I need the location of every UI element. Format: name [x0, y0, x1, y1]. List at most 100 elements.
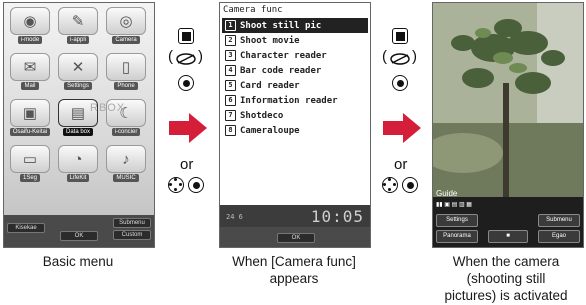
softkey-submenu[interactable]: Submenu [113, 218, 151, 228]
camera-status-icons: ▮▮ ▣ ▤ ▥ ▦ [436, 202, 472, 208]
softkey-bar: OK [220, 227, 370, 247]
softkey-ok[interactable]: OK [277, 233, 315, 243]
camera-func-item[interactable]: 8 Cameraloupe [222, 123, 368, 138]
item-number-icon: 5 [225, 80, 236, 91]
item-number-icon: 7 [225, 110, 236, 121]
or-text: or [180, 156, 194, 173]
close-paren: ) [198, 48, 203, 65]
menu-item-1seg[interactable]: ▭ 1Seg [8, 145, 52, 185]
camera-softkey-bar: ▮▮ ▣ ▤ ▥ ▦ Settings Panorama ■ Submenu E… [433, 197, 583, 247]
menu-item-lifekit[interactable]: ◔ LifeKit [56, 145, 100, 185]
camera-key-icon [390, 53, 410, 65]
menu-item-label: MUSIC [113, 174, 139, 182]
camera-func-item[interactable]: 4 Bar code reader [222, 63, 368, 78]
camera-func-item[interactable]: 6 Information reader [222, 93, 368, 108]
softkey-kisekae[interactable]: Kisekae [7, 223, 45, 233]
caption-basic-menu: Basic menu [3, 253, 153, 270]
menu-item-music[interactable]: ♪ MUSIC [104, 145, 148, 185]
menu-item-label: Mail [21, 82, 39, 90]
camera-icon: ◎ [106, 7, 146, 35]
softkey-egao[interactable]: Egao [538, 230, 580, 243]
open-paren: ( [382, 48, 387, 65]
item-number-icon: 1 [225, 20, 236, 31]
or-text: or [394, 156, 408, 173]
camera-func-item[interactable]: 7 Shotdeco [222, 108, 368, 123]
camera-func-item[interactable]: 1 Shoot still pic [222, 18, 368, 33]
basic-menu-grid: ◉ i-mode ✎ i-appli ◎ Camera ✉ Mail ✕ Settings ▯ Pho… [8, 7, 150, 185]
osaifu-icon: ▣ [10, 99, 50, 127]
camera-func-item-label: Shoot movie [240, 35, 300, 46]
camera-func-item-label: Card reader [240, 80, 300, 91]
softkey-custom[interactable]: Custom [113, 230, 151, 240]
softkey-settings[interactable]: Settings [436, 214, 478, 227]
item-number-icon: 8 [225, 125, 236, 136]
menu-item-label: i-appli [66, 36, 89, 44]
caption-line: appears [269, 271, 319, 286]
close-paren: ) [412, 48, 417, 65]
camera-func-item-label: Shotdeco [240, 110, 284, 121]
basic-menu-screen: ◉ i-mode ✎ i-appli ◎ Camera ✉ Mail ✕ Settings ▯ Pho… [3, 2, 155, 248]
menu-item-label: Data box [62, 128, 93, 136]
standby-clock-bar: 24 6 10:05 [220, 205, 370, 227]
menu-item-label: LifeKit [66, 174, 90, 182]
camera-viewfinder-screen: Guide ▮▮ ▣ ▤ ▥ ▦ Settings Panorama ■ Sub… [432, 2, 584, 248]
center-key-icon [402, 177, 418, 193]
mail-key-icon [178, 28, 194, 44]
camera-func-item-label: Information reader [240, 95, 338, 106]
menu-item-label: Settings [64, 82, 92, 90]
menu-item-i-appli[interactable]: ✎ i-appli [56, 7, 100, 47]
caption-line: pictures) is activated [444, 288, 568, 303]
menu-item-label: 1Seg [19, 174, 40, 182]
caption-line: When the camera [452, 254, 560, 269]
camera-func-item[interactable]: 5 Card reader [222, 78, 368, 93]
item-number-icon: 6 [225, 95, 236, 106]
softkey-ok[interactable]: OK [60, 231, 98, 241]
clock-date: 24 6 [226, 213, 243, 221]
settings-icon: ✕ [58, 53, 98, 81]
lifekit-icon: ◔ [58, 145, 98, 173]
softkey-panorama[interactable]: Panorama [436, 230, 478, 243]
camera-func-title: Camera func [223, 5, 283, 15]
menu-item-i-mode[interactable]: ◉ i-mode [8, 7, 52, 47]
camera-func-screen: Camera func 1 Shoot still pic 2 Shoot movie… [219, 2, 371, 248]
camera-func-item-label: Shoot still pic [240, 20, 322, 31]
softkey-bar: Kisekae OK Submenu Custom [4, 215, 154, 247]
viewfinder-tree-image [433, 3, 583, 197]
camera-func-list: 1 Shoot still pic 2 Shoot movie 3 Character r… [222, 18, 368, 138]
menu-item-mail[interactable]: ✉ Mail [8, 53, 52, 93]
mail-icon: ✉ [10, 53, 50, 81]
menu-item-settings[interactable]: ✕ Settings [56, 53, 100, 93]
menu-item-label: Camera [112, 36, 140, 44]
caption-camera-func: When [Camera func] appears [204, 253, 384, 287]
caption-line: (shooting still [466, 271, 546, 286]
camera-func-item-label: Character reader [240, 50, 327, 61]
center-key-icon [392, 75, 408, 91]
arrow-right-icon [169, 113, 207, 143]
menu-item-phone[interactable]: ▯ Phone [104, 53, 148, 93]
softkey-submenu[interactable]: Submenu [538, 214, 580, 227]
item-number-icon: 2 [225, 35, 236, 46]
menu-item-camera[interactable]: ◎ Camera [104, 7, 148, 47]
camera-func-item[interactable]: 2 Shoot movie [222, 33, 368, 48]
arrow-right-icon [383, 113, 421, 143]
music-icon: ♪ [106, 145, 146, 173]
camera-func-item[interactable]: 3 Character reader [222, 48, 368, 63]
clock-time: 10:05 [310, 207, 364, 226]
oneseg-icon: ▭ [10, 145, 50, 173]
caption-camera-active: When the camera (shooting still pictures… [426, 253, 586, 304]
dpad-icon [168, 177, 184, 193]
camera-key-icon [176, 53, 196, 65]
center-key-icon [178, 75, 194, 91]
iappli-icon: ✎ [58, 7, 98, 35]
camera-func-item-label: Bar code reader [240, 65, 322, 76]
menu-item-label: Osaifu-Keitai [9, 128, 51, 136]
item-number-icon: 3 [225, 50, 236, 61]
menu-item-osaifu-keitai[interactable]: ▣ Osaifu-Keitai [8, 99, 52, 139]
phone-icon: ▯ [106, 53, 146, 81]
open-paren: ( [168, 48, 173, 65]
softkey-shutter[interactable]: ■ [488, 230, 528, 243]
camera-func-item-label: Cameraloupe [240, 125, 300, 136]
caption-line: Basic menu [42, 254, 114, 269]
menu-item-label: i-mode [17, 36, 43, 44]
imode-icon: ◉ [10, 7, 50, 35]
